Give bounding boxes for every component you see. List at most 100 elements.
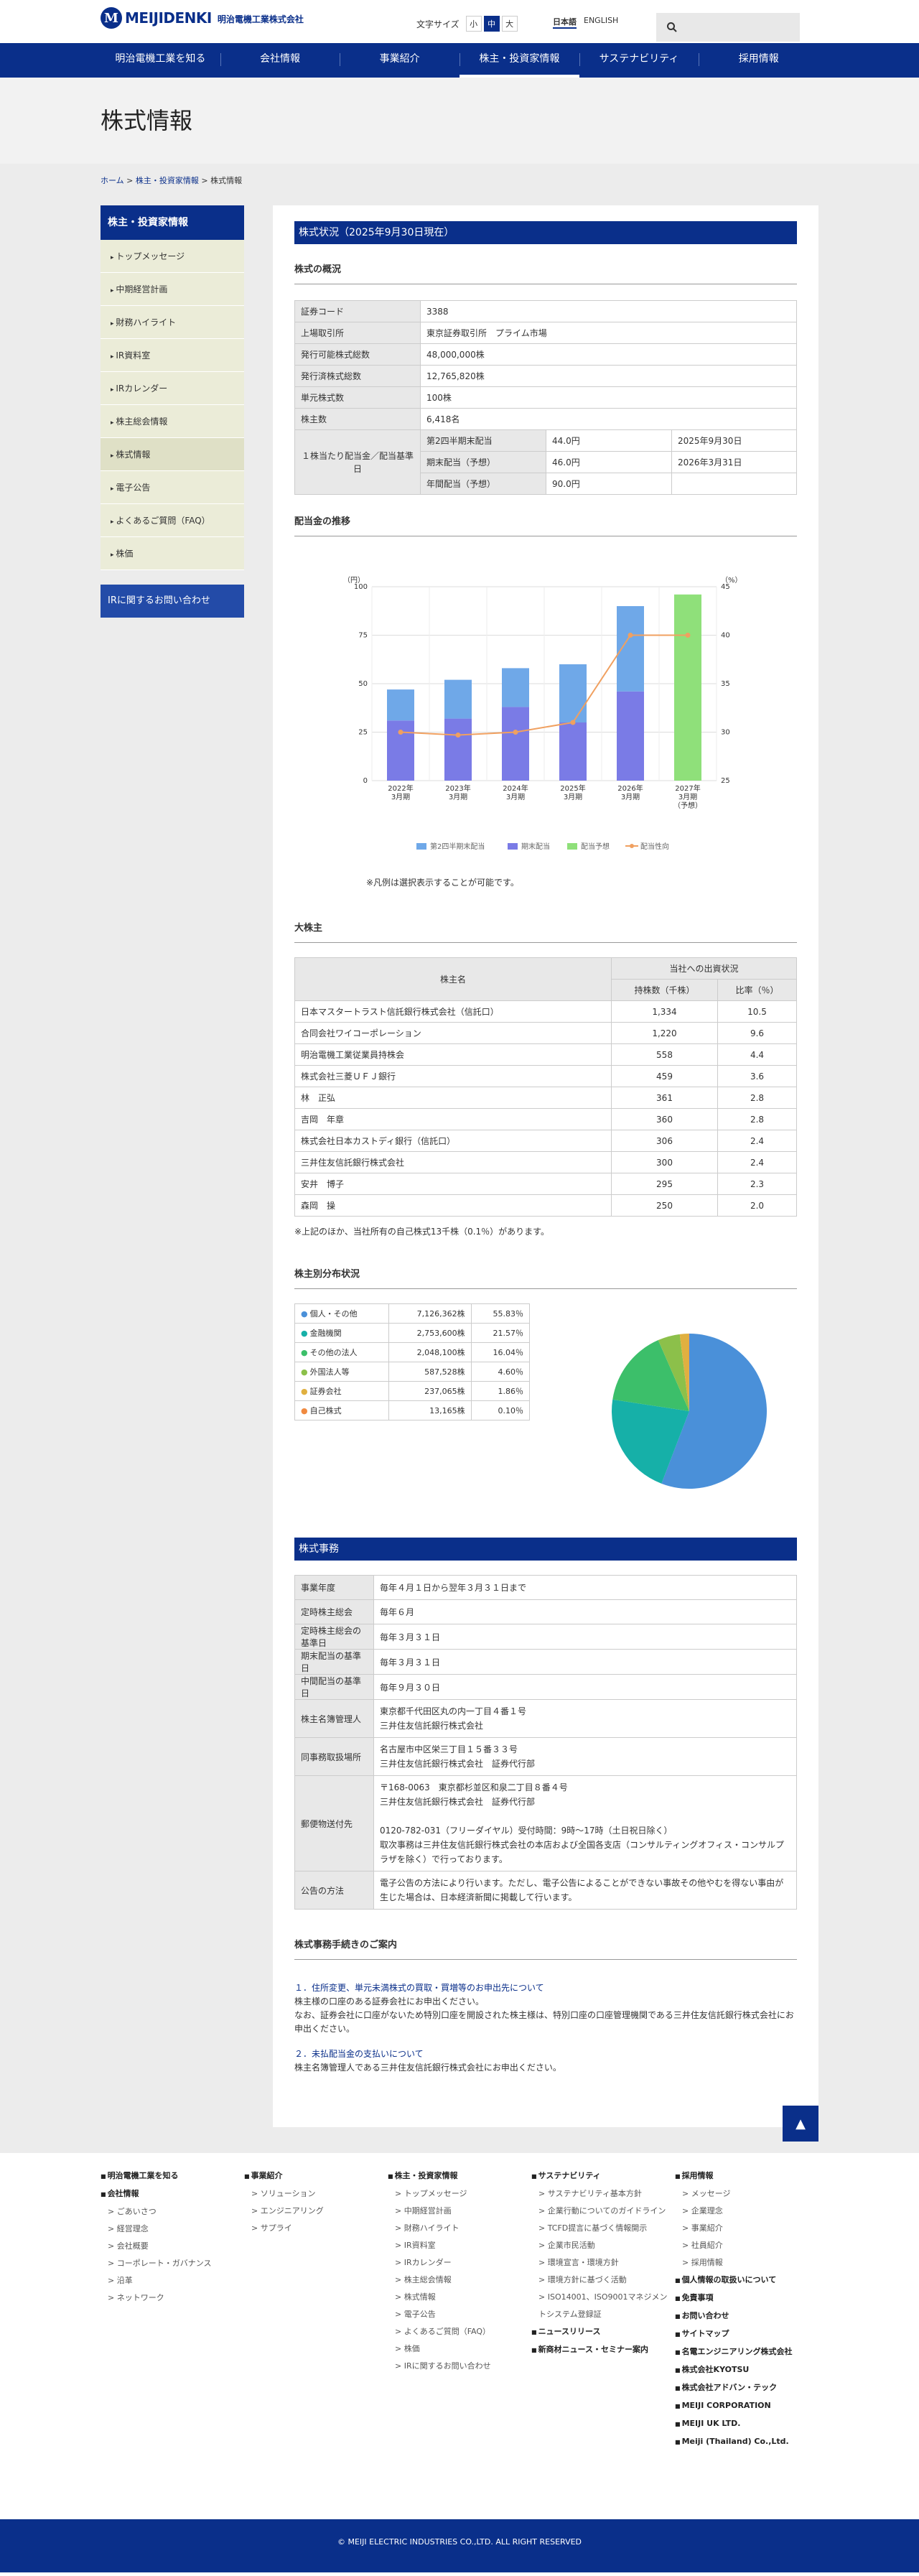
breadcrumb-home[interactable]: ホーム [101, 176, 124, 185]
bar-interim[interactable] [444, 679, 472, 719]
footer-sub-link[interactable]: TCFD提言に基づく情報開示 [531, 2220, 675, 2237]
footer-sub-link[interactable]: 株価 [388, 2340, 531, 2358]
sidebar-item-stock[interactable]: 株式情報 [101, 438, 244, 471]
payout-ratio-point[interactable] [398, 730, 403, 735]
footer-heading-link[interactable]: 事業紹介 [244, 2167, 388, 2185]
legend-label[interactable]: 配当予想 [581, 842, 610, 851]
legend-label[interactable]: 配当性向 [640, 842, 669, 851]
footer-sub-link[interactable]: 採用情報 [675, 2254, 818, 2272]
gnav-business[interactable]: 事業紹介 [340, 43, 460, 78]
payout-ratio-point[interactable] [455, 733, 461, 738]
site-logo[interactable]: M MEIJIDENKI 明治電機工業株式会社 [101, 7, 304, 29]
footer-heading-link[interactable]: 新商材ニュース・セミナー案内 [531, 2341, 675, 2359]
bar-yearend[interactable] [444, 718, 472, 781]
footer-sub-link[interactable]: サステナビリティ基本方針 [531, 2185, 675, 2203]
sidebar-item-message[interactable]: トップメッセージ [101, 240, 244, 273]
font-size-medium-button[interactable]: 中 [483, 16, 500, 32]
lang-en-link[interactable]: ENGLISH [584, 16, 618, 29]
gnav-company[interactable]: 会社情報 [220, 43, 340, 78]
sidebar-item-faq[interactable]: よくあるご質問（FAQ） [101, 504, 244, 537]
payout-ratio-point[interactable] [628, 633, 633, 638]
footer-heading-link[interactable]: ニュースリリース [531, 2323, 675, 2341]
search-box[interactable] [656, 13, 800, 42]
footer-sub-link[interactable]: IRカレンダー [388, 2254, 531, 2272]
sidebar-item-library[interactable]: IR資料室 [101, 339, 244, 372]
footer-sub-link[interactable]: 企業理念 [675, 2203, 818, 2220]
footer-sub-link[interactable]: 電子公告 [388, 2306, 531, 2323]
footer-sub-link[interactable]: ソリューション [244, 2185, 388, 2203]
footer-sub-link[interactable]: ごあいさつ [101, 2203, 244, 2221]
gnav-about[interactable]: 明治電機工業を知る [101, 43, 220, 78]
legend-label[interactable]: 第2四半期末配当 [430, 842, 485, 851]
bar-yearend[interactable] [559, 722, 587, 781]
sidebar-item-meeting[interactable]: 株主総会情報 [101, 405, 244, 438]
font-size-large-button[interactable]: 大 [501, 16, 518, 32]
legend-label[interactable]: 期末配当 [521, 842, 550, 851]
gnav-sustainability[interactable]: サステナビリティ [579, 43, 699, 78]
bar-forecast[interactable] [674, 594, 701, 781]
footer-heading-link[interactable]: 名電エンジニアリング株式会社 [675, 2343, 818, 2361]
footer-heading-link[interactable]: MEIJI CORPORATION [675, 2397, 818, 2415]
sidebar-item-financial[interactable]: 財務ハイライト [101, 306, 244, 339]
footer-sub-link[interactable]: 中期経営計画 [388, 2203, 531, 2220]
footer-sub-link[interactable]: 沿革 [101, 2272, 244, 2289]
footer-heading-link[interactable]: Meiji (Thailand) Co.,Ltd. [675, 2433, 818, 2451]
footer-heading-link[interactable]: 株式会社アドバン・テック [675, 2379, 818, 2397]
footer-heading-link[interactable]: 免責事項 [675, 2289, 818, 2307]
footer-heading-link[interactable]: 採用情報 [675, 2167, 818, 2185]
bar-yearend[interactable] [502, 707, 529, 781]
bar-yearend[interactable] [617, 691, 644, 781]
footer-sub-link[interactable]: 財務ハイライト [388, 2220, 531, 2237]
footer-heading-link[interactable]: MEIJI UK LTD. [675, 2415, 818, 2433]
footer-heading-link[interactable]: 会社情報 [101, 2185, 244, 2203]
font-size-small-button[interactable]: 小 [465, 16, 482, 32]
bar-yearend[interactable] [387, 720, 414, 781]
payout-ratio-point[interactable] [513, 730, 518, 735]
breadcrumb-ir[interactable]: 株主・投資家情報 [136, 176, 199, 185]
footer-sub-link[interactable]: 環境方針に基づく活動 [531, 2272, 675, 2289]
gnav-recruit[interactable]: 採用情報 [699, 43, 818, 78]
sidebar-item-plan[interactable]: 中期経営計画 [101, 273, 244, 306]
footer-heading-link[interactable]: 個人情報の取扱いについて [675, 2272, 818, 2289]
footer-sub-link[interactable]: 経営理念 [101, 2221, 244, 2238]
bar-interim[interactable] [502, 668, 529, 707]
legend-swatch[interactable] [567, 843, 577, 850]
footer-sub-link[interactable]: ISO14001、ISO9001マネジメントシステム登録証 [531, 2289, 675, 2323]
footer-heading-link[interactable]: サステナビリティ [531, 2167, 675, 2185]
back-to-top-button[interactable]: ▲ [783, 2106, 818, 2142]
footer-sub-link[interactable]: コーポレート・ガバナンス [101, 2255, 244, 2272]
footer-heading-link[interactable]: 株主・投資家情報 [388, 2167, 531, 2185]
gnav-ir[interactable]: 株主・投資家情報 [460, 43, 579, 78]
footer-sub-link[interactable]: サプライ [244, 2220, 388, 2237]
footer-sub-link[interactable]: ネットワーク [101, 2289, 244, 2307]
footer-heading-link[interactable]: お問い合わせ [675, 2307, 818, 2325]
footer-heading-link[interactable]: 明治電機工業を知る [101, 2167, 244, 2185]
footer-heading-link[interactable]: 株式会社KYOTSU [675, 2361, 818, 2379]
legend-swatch[interactable] [416, 843, 426, 850]
footer-sub-link[interactable]: 株主総会情報 [388, 2272, 531, 2289]
footer-sub-link[interactable]: よくあるご質問（FAQ） [388, 2323, 531, 2340]
payout-ratio-point[interactable] [685, 633, 691, 638]
footer-sub-link[interactable]: 企業行動についてのガイドライン [531, 2203, 675, 2220]
footer-sub-link[interactable]: 環境宣言・環境方針 [531, 2254, 675, 2272]
payout-ratio-point[interactable] [570, 720, 576, 725]
legend-swatch[interactable] [508, 843, 518, 850]
bar-interim[interactable] [387, 689, 414, 721]
footer-sub-link[interactable]: 社員紹介 [675, 2237, 818, 2254]
footer-sub-link[interactable]: 株式情報 [388, 2289, 531, 2306]
sidebar-item-notice[interactable]: 電子公告 [101, 471, 244, 504]
footer-sub-link[interactable]: 事業紹介 [675, 2220, 818, 2237]
footer-sub-link[interactable]: IR資料室 [388, 2237, 531, 2254]
bar-interim[interactable] [559, 664, 587, 722]
footer-sub-link[interactable]: トップメッセージ [388, 2185, 531, 2203]
ir-contact-button[interactable]: IRに関するお問い合わせ [101, 585, 244, 618]
sidebar-item-calendar[interactable]: IRカレンダー [101, 372, 244, 405]
lang-ja-link[interactable]: 日本語 [553, 16, 577, 29]
footer-sub-link[interactable]: 企業市民活動 [531, 2237, 675, 2254]
footer-sub-link[interactable]: メッセージ [675, 2185, 818, 2203]
search-icon[interactable] [666, 22, 678, 33]
footer-sub-link[interactable]: エンジニアリング [244, 2203, 388, 2220]
footer-sub-link[interactable]: IRに関するお問い合わせ [388, 2358, 531, 2375]
footer-sub-link[interactable]: 会社概要 [101, 2238, 244, 2255]
sidebar-title[interactable]: 株主・投資家情報 [101, 205, 244, 240]
